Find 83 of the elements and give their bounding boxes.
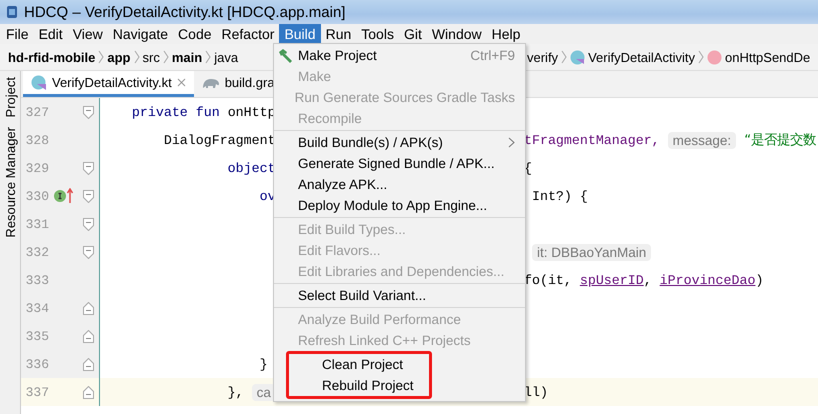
close-icon[interactable] — [176, 78, 186, 87]
code-string: “是否提交数 — [744, 132, 816, 149]
code-text: ll) — [524, 384, 548, 400]
kotlin-class-icon — [31, 74, 47, 90]
line-number: 336 — [24, 356, 49, 372]
menu-title[interactable]: Edit — [34, 24, 68, 44]
breadcrumb-item[interactable]: java — [214, 50, 238, 64]
code-text: , — [644, 272, 653, 288]
line-number: 334 — [24, 300, 49, 316]
fold-icon[interactable] — [83, 162, 94, 174]
code-text: tFragmentManager, — [524, 132, 660, 148]
fold-icon[interactable] — [83, 218, 94, 230]
code-field: iProvinceDao — [660, 272, 756, 288]
menu-item[interactable]: Generate Signed Bundle / APK... — [274, 153, 525, 174]
breadcrumb-item[interactable]: hd-rfid-mobile — [8, 50, 96, 64]
menu-title[interactable]: View — [68, 24, 108, 44]
code-text: { — [524, 160, 532, 176]
menu-title[interactable]: Refactor — [216, 24, 280, 44]
fold-icon[interactable] — [83, 246, 94, 258]
class-icon — [570, 50, 586, 64]
menu-title[interactable]: Navigate — [108, 24, 174, 44]
tool-window-tab[interactable]: Project — [2, 77, 18, 118]
breadcrumb-item[interactable]: onHttpSendDe — [724, 50, 810, 64]
breadcrumb-item[interactable]: app — [107, 50, 131, 64]
method-icon — [706, 50, 722, 64]
chevron-icon — [205, 50, 212, 64]
menu-item[interactable]: Analyze APK... — [274, 174, 525, 195]
menu-title[interactable]: Help — [486, 24, 526, 44]
chevron-icon — [162, 50, 169, 64]
chevron-icon — [561, 50, 568, 64]
window-title: HDCQ – VerifyDetailActivity.kt [HDCQ.app.main] — [24, 4, 346, 20]
code-text: fo(it, — [524, 272, 573, 288]
code-text: } — [260, 356, 268, 372]
menu-item[interactable]: Build Bundle(s) / APK(s) — [274, 132, 525, 153]
line-number: 331 — [24, 216, 49, 232]
fold-icon[interactable] — [83, 358, 94, 370]
code-text: Int?) { — [532, 188, 588, 204]
fold-icon[interactable] — [83, 190, 94, 202]
shortcut-text: Ctrl+F9 — [470, 48, 515, 63]
line-number: 337 — [24, 384, 49, 400]
implements-icon[interactable] — [54, 190, 66, 202]
menu-title[interactable]: Tools — [356, 24, 399, 44]
menu-title[interactable]: Git — [398, 24, 427, 44]
parameter-hint: message: — [668, 132, 736, 148]
editor-tab[interactable]: VerifyDetailActivity.kt — [23, 71, 194, 97]
breadcrumb-item[interactable]: main — [172, 50, 202, 64]
parameter-hint: it: DBBaoYanMain — [532, 244, 652, 260]
code-keyword: private fun — [132, 104, 221, 120]
code-text: ) — [755, 272, 764, 288]
line-number: 335 — [24, 328, 49, 344]
fold-icon[interactable] — [83, 106, 94, 118]
parameter-hint: ca — [252, 384, 276, 400]
code-keyword: object — [228, 160, 276, 176]
breadcrumb-item[interactable]: VerifyDetailActivity — [588, 50, 695, 64]
menu-title[interactable]: Code — [173, 24, 217, 44]
breadcrumb-item[interactable]: src — [142, 50, 160, 64]
line-number: 330 — [24, 188, 49, 204]
menu-item[interactable]: Clean Project — [289, 354, 429, 375]
chevron-icon — [134, 50, 140, 64]
app-icon — [6, 5, 18, 19]
menu-title[interactable]: Run — [320, 24, 356, 44]
fold-icon[interactable] — [83, 386, 94, 398]
menu-item[interactable]: Deploy Module to App Engine... — [274, 195, 525, 216]
line-number: 333 — [24, 272, 49, 288]
line-number: 329 — [24, 160, 49, 176]
chevron-icon — [98, 50, 104, 64]
line-number: 328 — [24, 132, 49, 148]
menu-title[interactable]: Window — [426, 24, 487, 44]
menu-item[interactable]: Select Build Variant... — [274, 285, 525, 306]
menu-title[interactable]: Build — [279, 24, 321, 44]
line-number: 327 — [24, 104, 49, 120]
chevron-icon — [698, 50, 704, 64]
code-text: DialogFragment — [164, 132, 276, 148]
menu-item[interactable]: Rebuild Project — [289, 375, 429, 396]
fold-icon[interactable] — [83, 330, 94, 342]
menu-title[interactable]: File — [1, 24, 34, 44]
fold-icon[interactable] — [83, 302, 94, 314]
menu-item[interactable]: Make Project Ctrl+F9 — [274, 45, 525, 66]
breadcrumb-item[interactable]: verify — [527, 50, 558, 64]
code-text: }, — [228, 384, 244, 400]
code-field: spUserID — [580, 272, 644, 288]
line-number: 332 — [24, 244, 49, 260]
tool-window-tab[interactable]: Resource Manager — [2, 127, 18, 238]
